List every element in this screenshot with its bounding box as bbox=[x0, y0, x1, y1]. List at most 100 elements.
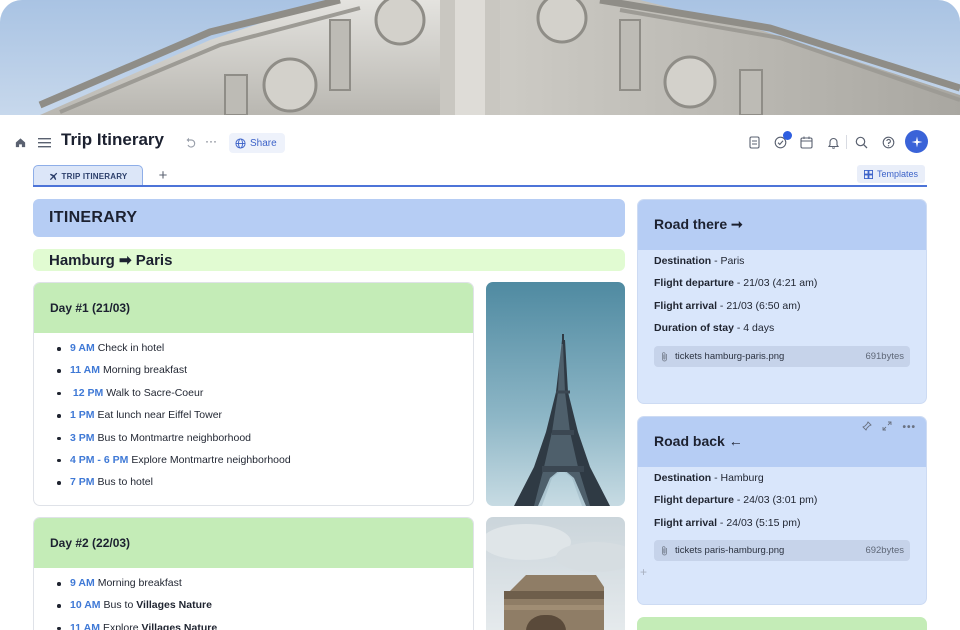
item-text: Check in hotel bbox=[97, 342, 165, 354]
help-icon[interactable] bbox=[879, 133, 897, 151]
day-2-list: 9 AM Morning breakfast 10 AM Bus to Villag… bbox=[34, 568, 473, 630]
more-dots-icon[interactable]: ••• bbox=[902, 422, 916, 433]
info-value: - 4 days bbox=[733, 322, 775, 335]
sparkle-icon bbox=[911, 136, 922, 147]
item-time: 12 PM bbox=[70, 386, 104, 399]
info-key: Flight arrival bbox=[654, 516, 718, 529]
undo-icon[interactable] bbox=[182, 133, 200, 151]
add-tab-button[interactable]: + bbox=[156, 167, 170, 184]
list-item[interactable]: 9 AM Check in hotel bbox=[54, 337, 473, 359]
expand-icon[interactable] bbox=[882, 421, 892, 434]
attachment-size: 692bytes bbox=[865, 545, 904, 557]
templates-button[interactable]: Templates bbox=[857, 165, 926, 183]
list-item[interactable]: 1 PM Eat lunch near Eiffel Tower bbox=[54, 404, 473, 426]
info-key: Flight arrival bbox=[654, 299, 718, 312]
list-item[interactable]: 4 PM - 6 PM Explore Montmartre neighborho… bbox=[54, 449, 473, 471]
globe-icon bbox=[235, 137, 246, 149]
avatar[interactable] bbox=[905, 130, 928, 153]
day-1-card[interactable]: Day #1 (21/03) 9 AM Check in hotel 11 AM M… bbox=[33, 282, 474, 506]
arc-de-triomphe-illustration bbox=[486, 517, 625, 630]
arc-de-triomphe-photo[interactable] bbox=[486, 517, 625, 630]
info-row: Flight departure - 21/03 (4:21 am) bbox=[638, 272, 926, 294]
next-card-peek[interactable] bbox=[637, 617, 927, 630]
item-time: 7 PM bbox=[70, 476, 95, 489]
item-text: Bus to hotel bbox=[97, 476, 153, 489]
route-heading[interactable]: Hamburg ➡ Paris bbox=[33, 249, 625, 271]
day-2-heading: Day #2 (22/03) bbox=[34, 518, 473, 568]
item-text: Morning breakfast bbox=[97, 577, 182, 589]
day-2-card[interactable]: Day #2 (22/03) 9 AM Morning breakfast 10 … bbox=[33, 517, 474, 630]
top-bar: Trip Itinerary ··· Share bbox=[0, 115, 960, 169]
item-place: Villages Nature bbox=[136, 599, 212, 612]
arch-facade-illustration bbox=[38, 0, 960, 115]
add-block-icon[interactable]: + bbox=[640, 565, 647, 579]
search-icon[interactable] bbox=[852, 133, 870, 151]
more-dots-icon[interactable]: ··· bbox=[202, 132, 220, 150]
templates-icon bbox=[864, 169, 873, 179]
bell-icon[interactable] bbox=[824, 133, 842, 151]
item-time: 10 AM bbox=[70, 599, 101, 612]
share-label: Share bbox=[250, 137, 277, 149]
calendar-icon[interactable] bbox=[797, 133, 815, 151]
list-item[interactable]: 7 PM Bus to hotel bbox=[54, 471, 473, 493]
day-1-list: 9 AM Check in hotel 11 AM Morning breakfas… bbox=[34, 333, 473, 494]
info-row: Flight arrival - 21/03 (6:50 am) bbox=[638, 295, 926, 317]
list-item[interactable]: 3 PM Bus to Montmartre neighborhood bbox=[54, 427, 473, 449]
cover-image bbox=[0, 0, 960, 115]
info-key: Duration of stay bbox=[654, 322, 734, 335]
paperclip-icon bbox=[662, 546, 667, 556]
info-value: - 24/03 (5:15 pm) bbox=[717, 516, 801, 529]
list-item[interactable]: 11 AM Explore Villages Nature bbox=[54, 617, 473, 630]
info-row: Flight arrival - 24/03 (5:15 pm) bbox=[638, 512, 926, 534]
info-value: - 24/03 (3:01 pm) bbox=[733, 494, 818, 507]
road-back-card[interactable]: ••• Road back ← Destination - Hamburg Fl… bbox=[637, 416, 927, 605]
item-text: Eat lunch near Eiffel Tower bbox=[97, 409, 223, 422]
tab-underline bbox=[33, 185, 927, 187]
paperclip-icon bbox=[662, 351, 667, 361]
info-value: - Paris bbox=[711, 255, 745, 267]
templates-label: Templates bbox=[877, 169, 919, 179]
attachment-paris-hamburg[interactable]: tickets paris-hamburg.png 692bytes bbox=[654, 540, 910, 562]
attachment-name: tickets hamburg-paris.png bbox=[675, 350, 785, 362]
list-item[interactable]: 10 AM Bus to Villages Nature bbox=[54, 594, 473, 616]
info-row: Destination - Hamburg bbox=[638, 467, 926, 489]
info-row: Duration of stay - 4 days bbox=[638, 317, 926, 339]
info-value: - 21/03 (6:50 am) bbox=[717, 299, 801, 312]
list-item[interactable]: 9 AM Morning breakfast bbox=[54, 572, 473, 594]
item-text: Explore bbox=[102, 621, 142, 630]
item-time: 9 AM bbox=[70, 577, 95, 589]
info-row: Destination - Paris bbox=[638, 250, 926, 272]
road-there-heading: Road there ➞ bbox=[638, 200, 926, 250]
list-item[interactable]: 12 PM Walk to Sacre-Coeur bbox=[54, 382, 473, 404]
tab-trip-itinerary[interactable]: TRIP ITINERARY bbox=[33, 165, 143, 186]
item-time: 1 PM bbox=[70, 409, 95, 422]
hamburger-menu-icon[interactable] bbox=[35, 133, 53, 151]
pin-icon[interactable] bbox=[862, 420, 873, 434]
info-value: - 21/03 (4:21 am) bbox=[733, 277, 818, 290]
list-item[interactable]: 11 AM Morning breakfast bbox=[54, 359, 473, 381]
item-time: 9 AM bbox=[70, 342, 95, 354]
road-there-card[interactable]: Road there ➞ Destination - Paris Flight … bbox=[637, 199, 927, 404]
home-icon[interactable] bbox=[11, 133, 29, 151]
item-time: 11 AM bbox=[70, 621, 100, 630]
info-key: Destination bbox=[654, 472, 712, 484]
eiffel-tower-photo[interactable] bbox=[486, 282, 625, 506]
item-time: 3 PM bbox=[70, 431, 95, 444]
item-time: 11 AM bbox=[70, 364, 100, 377]
attachment-size: 691bytes bbox=[865, 350, 904, 362]
itinerary-heading[interactable]: ITINERARY bbox=[33, 199, 625, 237]
info-key: Destination bbox=[654, 255, 712, 267]
day-1-heading: Day #1 (21/03) bbox=[34, 283, 473, 333]
item-text: Walk to Sacre-Coeur bbox=[106, 386, 204, 399]
info-key: Flight departure bbox=[654, 494, 734, 507]
document-icon[interactable] bbox=[745, 133, 763, 151]
item-time: 4 PM - 6 PM bbox=[70, 453, 129, 466]
info-key: Flight departure bbox=[654, 277, 734, 290]
attachment-hamburg-paris[interactable]: tickets hamburg-paris.png 691bytes bbox=[654, 345, 910, 367]
card-toolbar: ••• bbox=[862, 420, 916, 434]
info-row: Flight departure - 24/03 (3:01 pm) bbox=[638, 489, 926, 511]
item-place: Villages Nature bbox=[141, 621, 218, 630]
share-button[interactable]: Share bbox=[229, 133, 285, 153]
eiffel-tower-illustration bbox=[486, 282, 625, 506]
info-value: - Hamburg bbox=[711, 472, 764, 484]
